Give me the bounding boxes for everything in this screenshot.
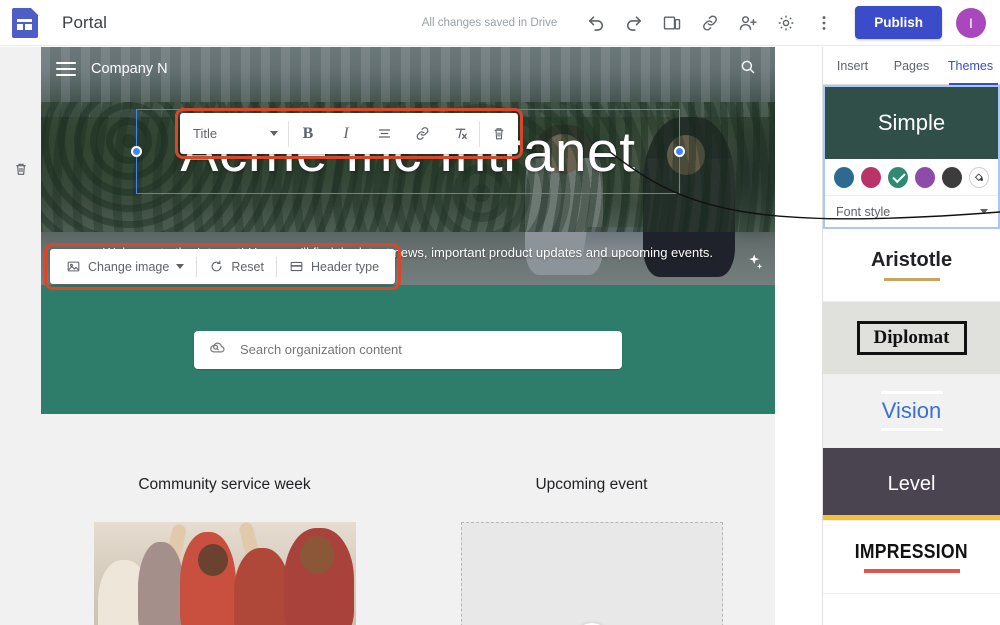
- change-image-label: Change image: [88, 259, 170, 274]
- theme-rule-bottom: [880, 428, 943, 431]
- gear-icon[interactable]: [769, 6, 803, 40]
- header-type-button[interactable]: Header type: [281, 253, 387, 281]
- site-canvas: Company N Acme Inc Intranet Welcome to t…: [41, 47, 775, 625]
- search-icon[interactable]: [739, 58, 757, 81]
- link-icon[interactable]: [693, 6, 727, 40]
- add-person-icon[interactable]: [731, 6, 765, 40]
- resize-handle-right[interactable]: [674, 146, 685, 157]
- theme-name: Simple: [877, 110, 946, 135]
- paint-bucket-icon[interactable]: [968, 166, 989, 188]
- tab-themes[interactable]: Themes: [941, 47, 1000, 85]
- themes-list[interactable]: Simple Font style Aristotle Diplomat Vis…: [823, 85, 1000, 625]
- theme-rule: [883, 278, 940, 281]
- document-title[interactable]: Portal: [62, 13, 107, 33]
- chevron-down-icon[interactable]: [176, 264, 185, 269]
- column-heading[interactable]: Community service week: [41, 476, 408, 494]
- text-style-dropdown[interactable]: Title: [180, 113, 288, 154]
- theme-preview: Simple: [825, 87, 998, 159]
- theme-name: Level: [887, 472, 936, 495]
- content-column-1: Community service week: [41, 476, 408, 625]
- google-sites-icon[interactable]: [12, 7, 38, 38]
- page-content: Community service week Upcoming event: [41, 414, 775, 625]
- hamburger-menu-icon[interactable]: [56, 58, 76, 80]
- swatch-green[interactable]: [887, 166, 908, 188]
- theme-card-vision[interactable]: Vision: [823, 375, 1000, 448]
- banner-toolbar: Change image Reset Header type: [43, 243, 402, 290]
- theme-name: Diplomat: [856, 321, 967, 355]
- upcoming-event-placeholder[interactable]: [460, 522, 723, 625]
- theme-preview: Diplomat: [823, 302, 1000, 374]
- cloud-search-icon: [208, 338, 227, 362]
- resize-handle-left[interactable]: [131, 146, 142, 157]
- header-type-label: Header type: [310, 259, 380, 274]
- swatch-crimson[interactable]: [860, 166, 881, 188]
- sparkle-icon[interactable]: [745, 252, 765, 277]
- chevron-down-icon[interactable]: [270, 131, 278, 136]
- divider: [275, 256, 277, 277]
- divider: [196, 256, 198, 277]
- theme-accent-bar: [823, 515, 1000, 520]
- font-style-label: Font style: [836, 204, 891, 219]
- avatar[interactable]: I: [956, 7, 986, 38]
- theme-color-swatches: [825, 159, 998, 195]
- app-bar: Portal All changes saved in Drive Publis…: [0, 0, 1000, 46]
- text-format-toolbar: Title B I: [175, 108, 523, 159]
- theme-preview: Vision: [823, 375, 1000, 447]
- search-band: [41, 285, 775, 414]
- chevron-down-icon[interactable]: [980, 209, 988, 214]
- left-gutter: [0, 47, 41, 625]
- clear-formatting-button[interactable]: [441, 113, 479, 154]
- theme-rule: [863, 569, 960, 573]
- theme-card-impression[interactable]: IMPRESSION: [823, 521, 1000, 594]
- theme-card-diplomat[interactable]: Diplomat: [823, 302, 1000, 375]
- tab-pages[interactable]: Pages: [882, 47, 941, 84]
- swatch-dark[interactable]: [941, 166, 962, 188]
- italic-button[interactable]: I: [327, 113, 365, 154]
- theme-card-aristotle[interactable]: Aristotle: [823, 229, 1000, 302]
- swatch-blue[interactable]: [834, 166, 854, 188]
- link-button[interactable]: [403, 113, 441, 154]
- undo-icon[interactable]: [579, 6, 613, 40]
- content-column-2: Upcoming event: [408, 476, 775, 625]
- text-style-value: Title: [193, 126, 218, 141]
- theme-name: Aristotle: [870, 249, 953, 272]
- theme-name: IMPRESSION: [854, 541, 969, 564]
- appbar-tools: [579, 6, 841, 40]
- more-vert-icon[interactable]: [807, 6, 841, 40]
- panel-tabs: Insert Pages Themes: [823, 47, 1000, 85]
- tab-insert[interactable]: Insert: [823, 47, 882, 84]
- trash-icon[interactable]: [13, 160, 29, 183]
- reset-label: Reset: [231, 259, 264, 274]
- right-panel: Insert Pages Themes Simple Font style Ar…: [822, 47, 1000, 625]
- font-style-dropdown[interactable]: Font style: [825, 195, 998, 227]
- reset-button[interactable]: Reset: [201, 253, 272, 281]
- theme-card-simple[interactable]: Simple Font style: [823, 85, 1000, 229]
- save-status: All changes saved in Drive: [421, 16, 558, 29]
- change-image-button[interactable]: Change image: [58, 253, 192, 281]
- search-input[interactable]: [240, 342, 608, 357]
- theme-preview: IMPRESSION: [823, 521, 1000, 593]
- theme-rule-top: [880, 391, 943, 394]
- preview-icon[interactable]: [655, 6, 689, 40]
- align-button[interactable]: [365, 113, 403, 154]
- bold-button[interactable]: B: [289, 113, 327, 154]
- publish-button[interactable]: Publish: [855, 6, 942, 39]
- column-heading[interactable]: Upcoming event: [408, 476, 775, 494]
- theme-card-level[interactable]: Level: [823, 448, 1000, 521]
- community-service-image[interactable]: [93, 522, 356, 625]
- swatch-purple[interactable]: [914, 166, 935, 188]
- theme-preview: Level: [823, 448, 1000, 520]
- theme-preview: Aristotle: [823, 229, 1000, 301]
- redo-icon[interactable]: [617, 6, 651, 40]
- organization-search-box[interactable]: [194, 330, 622, 369]
- theme-name: Vision: [881, 398, 942, 423]
- site-header: Company N: [41, 47, 775, 91]
- delete-button[interactable]: [480, 113, 518, 154]
- company-name[interactable]: Company N: [91, 61, 168, 77]
